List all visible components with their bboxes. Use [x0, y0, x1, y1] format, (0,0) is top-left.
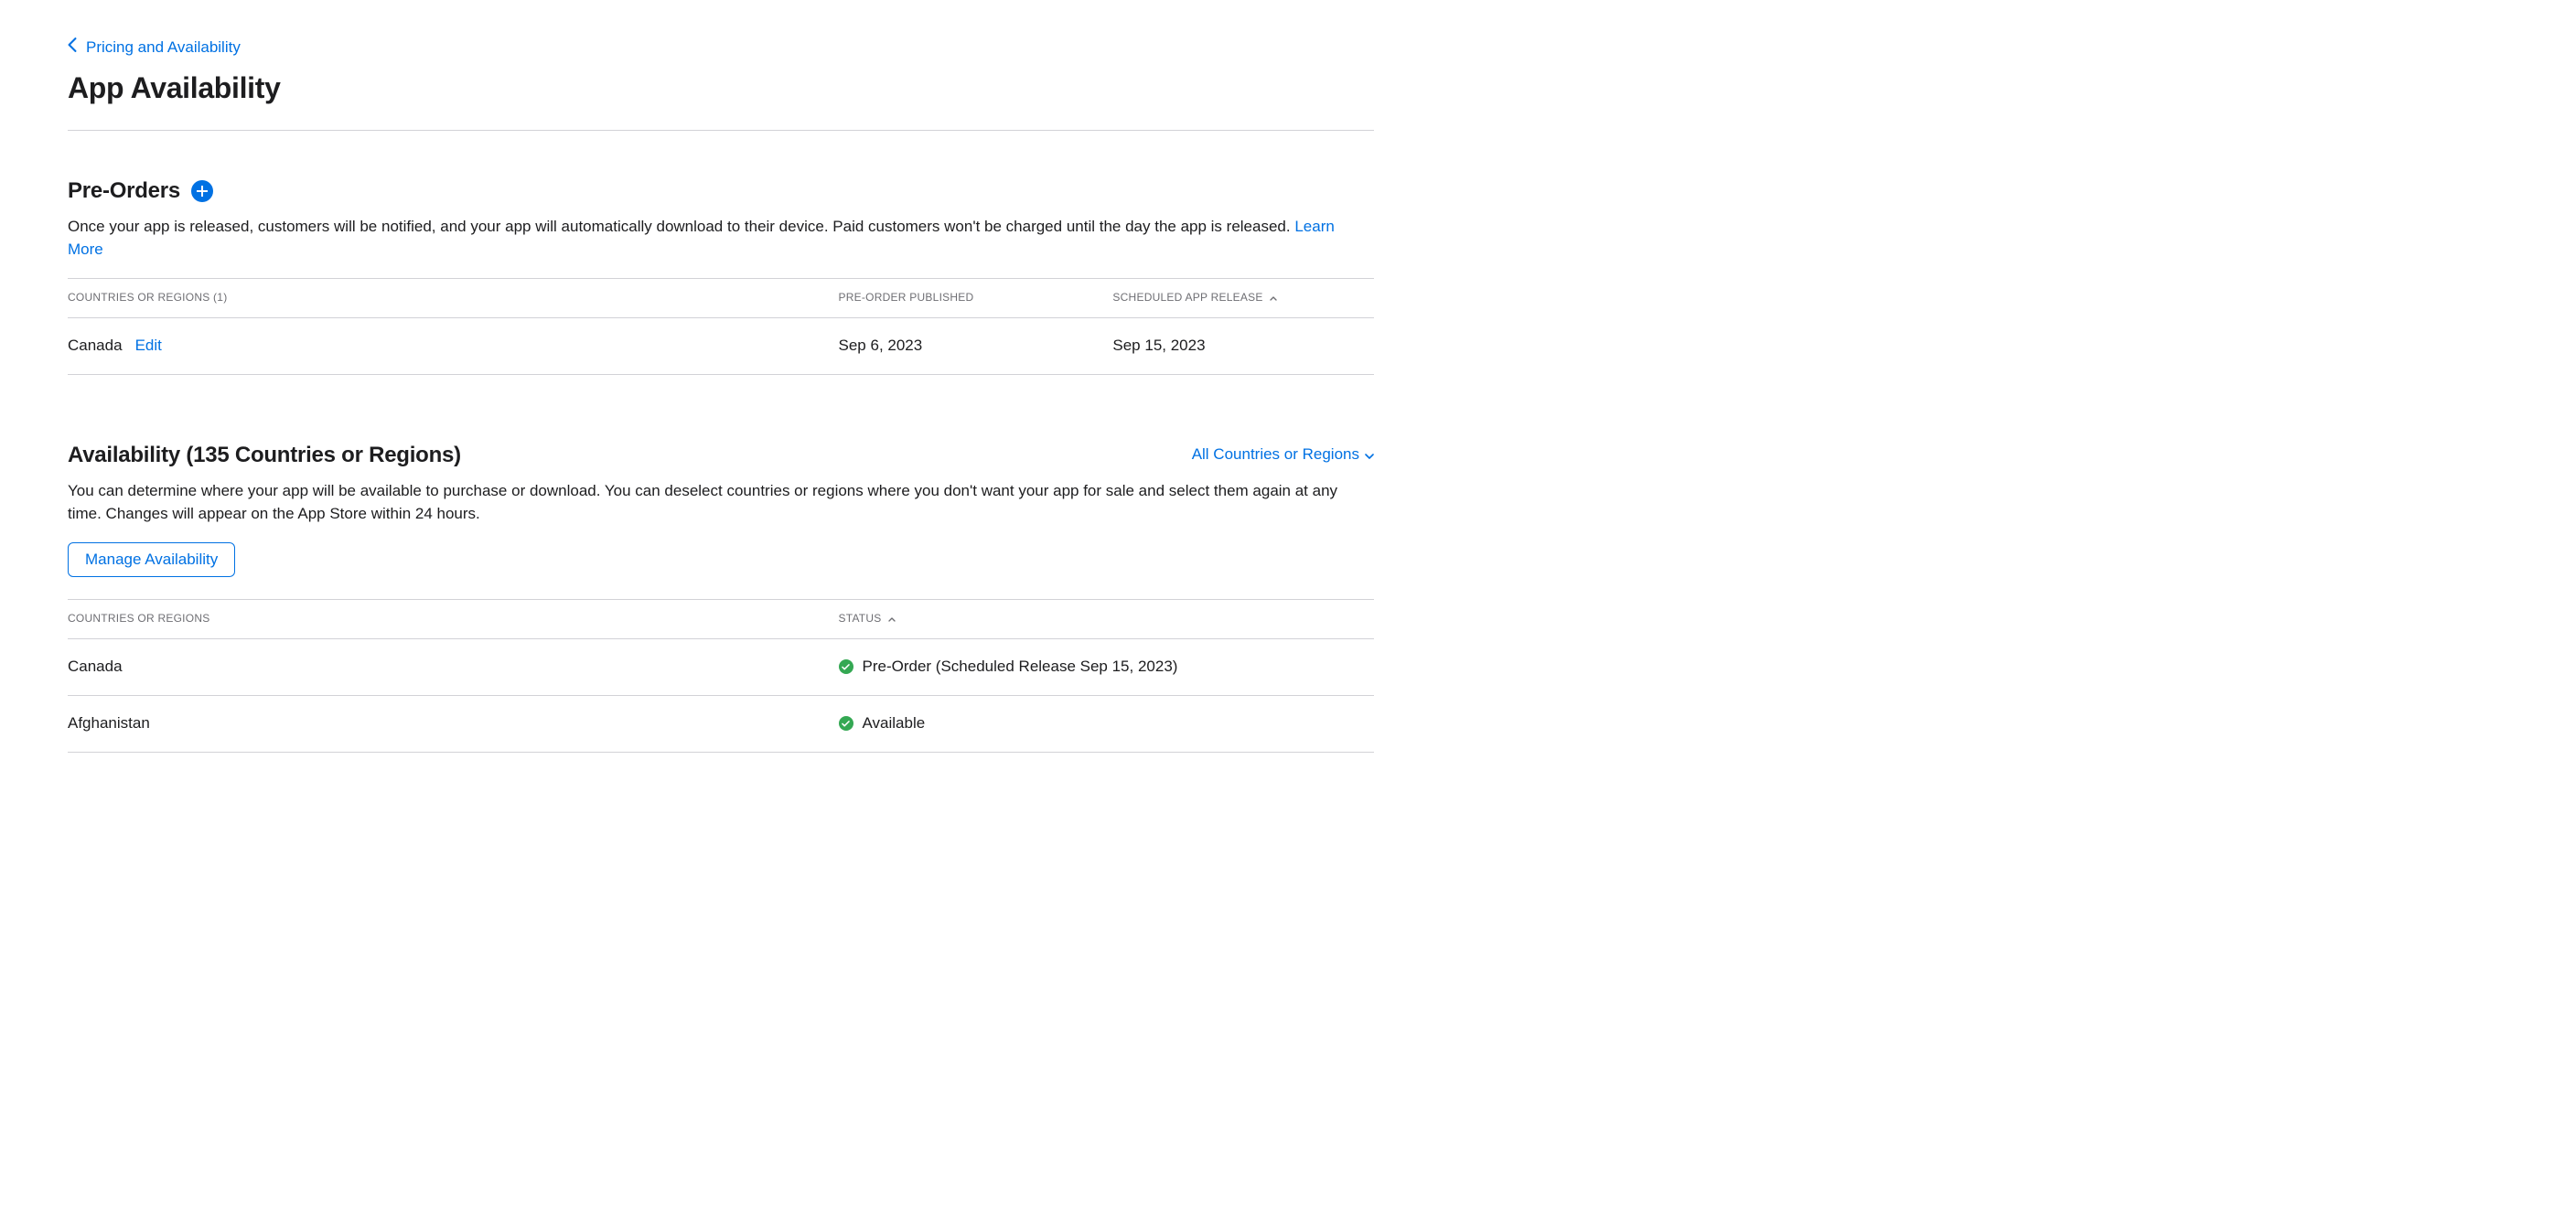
availability-row: Canada Pre-Order (Scheduled Release Sep … — [68, 638, 1374, 695]
sort-caret-up-icon — [888, 611, 896, 627]
availability-country: Afghanistan — [68, 695, 839, 752]
availability-header-countries[interactable]: Countries or Regions — [68, 600, 839, 639]
availability-title: Availability (135 Countries or Regions) — [68, 439, 461, 471]
chevron-down-icon — [1365, 444, 1374, 466]
availability-table: Countries or Regions Status Canada — [68, 599, 1374, 753]
manage-availability-button[interactable]: Manage Availability — [68, 542, 235, 577]
availability-row: Afghanistan Available — [68, 695, 1374, 752]
preorders-description: Once your app is released, customers wil… — [68, 216, 1374, 262]
availability-section: Availability (135 Countries or Regions) … — [68, 439, 1374, 753]
plus-icon — [197, 186, 208, 197]
breadcrumb-back[interactable]: Pricing and Availability — [68, 37, 241, 59]
check-circle-icon — [839, 716, 853, 731]
preorders-row: Canada Edit Sep 6, 2023 Sep 15, 2023 — [68, 317, 1374, 374]
region-filter-dropdown[interactable]: All Countries or Regions — [1192, 444, 1374, 466]
availability-header-status[interactable]: Status — [839, 600, 1374, 639]
preorders-country: Canada — [68, 335, 123, 358]
availability-country: Canada — [68, 638, 839, 695]
preorders-release-date: Sep 15, 2023 — [1112, 317, 1374, 374]
check-circle-icon — [839, 659, 853, 674]
preorders-section: Pre-Orders Once your app is released, cu… — [68, 175, 1374, 375]
availability-status-text: Available — [863, 712, 926, 735]
add-preorder-button[interactable] — [191, 180, 213, 202]
chevron-left-icon — [68, 37, 77, 59]
preorders-title: Pre-Orders — [68, 175, 180, 207]
page-title: App Availability — [68, 67, 1374, 131]
sort-caret-up-icon — [1270, 290, 1277, 306]
edit-preorder-link[interactable]: Edit — [135, 335, 162, 358]
preorders-header-published[interactable]: Pre-Order Published — [839, 279, 1113, 318]
preorders-published-date: Sep 6, 2023 — [839, 317, 1113, 374]
preorders-header-countries[interactable]: Countries or Regions (1) — [68, 279, 839, 318]
preorders-header-release[interactable]: Scheduled App Release — [1112, 279, 1374, 318]
breadcrumb-label: Pricing and Availability — [86, 37, 241, 59]
availability-description: You can determine where your app will be… — [68, 480, 1374, 526]
availability-status-text: Pre-Order (Scheduled Release Sep 15, 202… — [863, 656, 1178, 679]
preorders-table: Countries or Regions (1) Pre-Order Publi… — [68, 278, 1374, 375]
page-container: Pricing and Availability App Availabilit… — [0, 0, 1442, 853]
